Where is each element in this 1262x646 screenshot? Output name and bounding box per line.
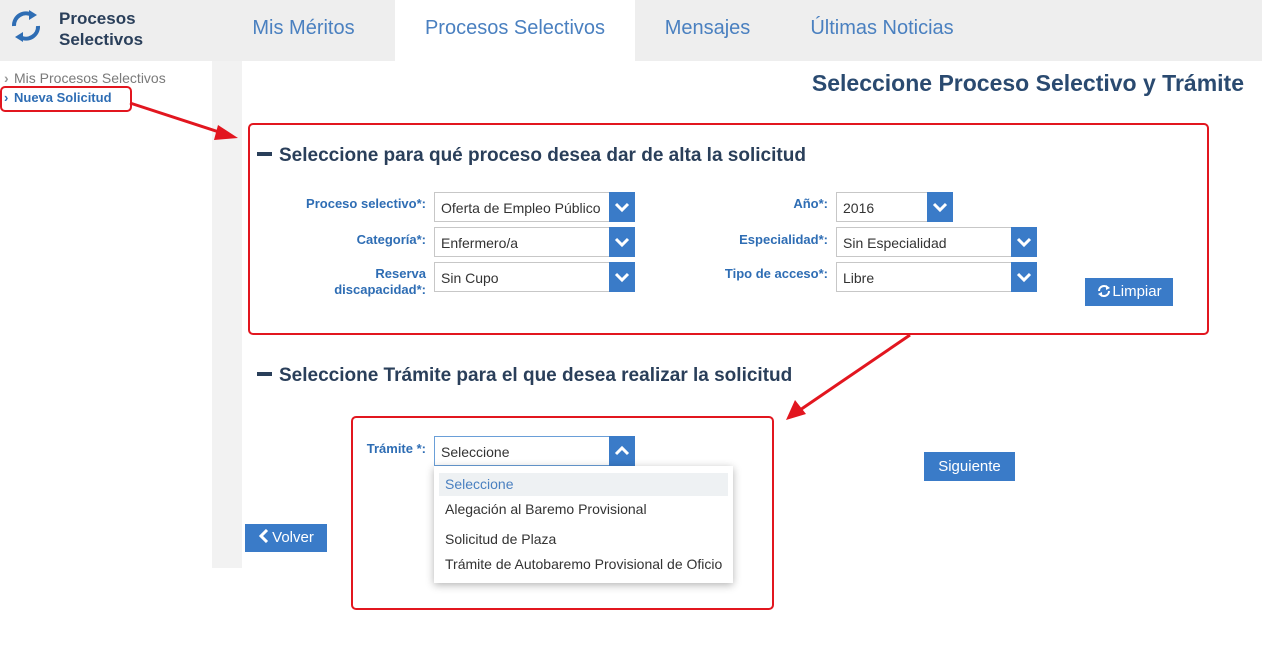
sidebar-divider bbox=[212, 61, 242, 568]
chevron-down-icon[interactable] bbox=[1011, 227, 1037, 257]
chevron-down-icon[interactable] bbox=[927, 192, 953, 222]
collapse-icon bbox=[257, 372, 272, 377]
annotation-arrow-2 bbox=[799, 333, 911, 412]
reserva-label-line2: discapacidad*: bbox=[334, 282, 426, 297]
proceso-select-value: Oferta de Empleo Público bbox=[441, 200, 601, 216]
tab-mensajes[interactable]: Mensajes bbox=[635, 0, 780, 61]
dropdown-option[interactable]: Seleccione bbox=[439, 473, 728, 496]
acceso-label: Tipo de acceso*: bbox=[724, 266, 828, 281]
back-button[interactable]: Volver bbox=[245, 524, 327, 552]
categoria-select[interactable]: Enfermero/a bbox=[434, 227, 635, 257]
proceso-label: Proceso selectivo*: bbox=[306, 196, 426, 211]
categoria-label: Categoría*: bbox=[356, 232, 426, 247]
tramite-label: Trámite *: bbox=[366, 441, 426, 456]
tramite-select-value: Seleccione bbox=[441, 444, 510, 460]
sidebar-item-label: Mis Procesos Selectivos bbox=[14, 70, 166, 86]
next-button[interactable]: Siguiente bbox=[924, 452, 1015, 481]
tab-procesos-selectivos[interactable]: Procesos Selectivos bbox=[395, 0, 635, 61]
chevron-down-icon[interactable] bbox=[609, 227, 635, 257]
categoria-select-value: Enfermero/a bbox=[441, 235, 519, 251]
section-tramite-title[interactable]: Seleccione Trámite para el que desea rea… bbox=[257, 365, 792, 387]
reserva-label: Reserva discapacidad*: bbox=[262, 266, 426, 298]
app-title-line2: Selectivos bbox=[59, 30, 144, 49]
chevron-down-icon[interactable] bbox=[609, 262, 635, 292]
collapse-icon bbox=[257, 152, 272, 157]
sidebar bbox=[0, 61, 212, 568]
reserva-select[interactable]: Sin Cupo bbox=[434, 262, 635, 292]
sidebar-item-mis-procesos[interactable]: › Mis Procesos Selectivos bbox=[4, 70, 166, 86]
chevron-down-icon[interactable] bbox=[1011, 262, 1037, 292]
annotation-arrowhead-2 bbox=[786, 400, 806, 420]
page-title: Seleccione Proceso Selectivo y Trámite bbox=[811, 70, 1244, 96]
anio-select[interactable]: 2016 bbox=[836, 192, 953, 222]
acceso-select[interactable]: Libre bbox=[836, 262, 1037, 292]
section-tramite-title-text: Seleccione Trámite para el que desea rea… bbox=[279, 365, 793, 386]
app-title: Procesos Selectivos bbox=[59, 8, 143, 50]
highlight-nueva-solicitud bbox=[0, 86, 132, 112]
chevron-down-icon[interactable] bbox=[609, 192, 635, 222]
clear-button-label: Limpiar bbox=[1112, 283, 1162, 300]
refresh-logo-icon bbox=[12, 10, 40, 42]
chevron-up-icon[interactable] bbox=[609, 436, 635, 466]
tramite-select[interactable]: Seleccione bbox=[434, 436, 635, 466]
especialidad-select-value: Sin Especialidad bbox=[843, 235, 947, 251]
dropdown-option[interactable]: Trámite de Autobaremo Provisional de Ofi… bbox=[439, 553, 728, 576]
section-proceso-title[interactable]: Seleccione para qué proceso desea dar de… bbox=[257, 145, 806, 167]
especialidad-select[interactable]: Sin Especialidad bbox=[836, 227, 1037, 257]
tab-ultimas-noticias[interactable]: Últimas Noticias bbox=[780, 0, 984, 61]
app-title-line1: Procesos bbox=[59, 9, 136, 28]
dropdown-option[interactable]: Alegación al Baremo Provisional bbox=[439, 498, 728, 521]
anio-select-value: 2016 bbox=[843, 200, 875, 216]
chevron-right-icon: › bbox=[4, 70, 9, 86]
anio-label: Año*: bbox=[793, 196, 828, 211]
reserva-select-value: Sin Cupo bbox=[441, 270, 499, 286]
reserva-label-line1: Reserva bbox=[375, 266, 426, 281]
section-proceso-title-text: Seleccione para qué proceso desea dar de… bbox=[279, 145, 806, 166]
acceso-select-value: Libre bbox=[843, 270, 875, 286]
tab-mis-meritos[interactable]: Mis Méritos bbox=[212, 0, 395, 61]
especialidad-label: Especialidad*: bbox=[739, 232, 828, 247]
top-navigation: Mis Méritos Procesos Selectivos Mensajes… bbox=[212, 0, 1262, 61]
tramite-dropdown: Seleccione Alegación al Baremo Provision… bbox=[434, 466, 733, 583]
clear-button[interactable]: Limpiar bbox=[1085, 278, 1173, 306]
refresh-icon bbox=[1098, 285, 1111, 297]
brand-area: Procesos Selectivos bbox=[0, 0, 212, 61]
dropdown-option[interactable]: Solicitud de Plaza bbox=[439, 528, 728, 551]
back-button-label: Volver bbox=[272, 529, 314, 546]
chevron-left-icon bbox=[259, 528, 269, 544]
proceso-select[interactable]: Oferta de Empleo Público bbox=[434, 192, 635, 222]
